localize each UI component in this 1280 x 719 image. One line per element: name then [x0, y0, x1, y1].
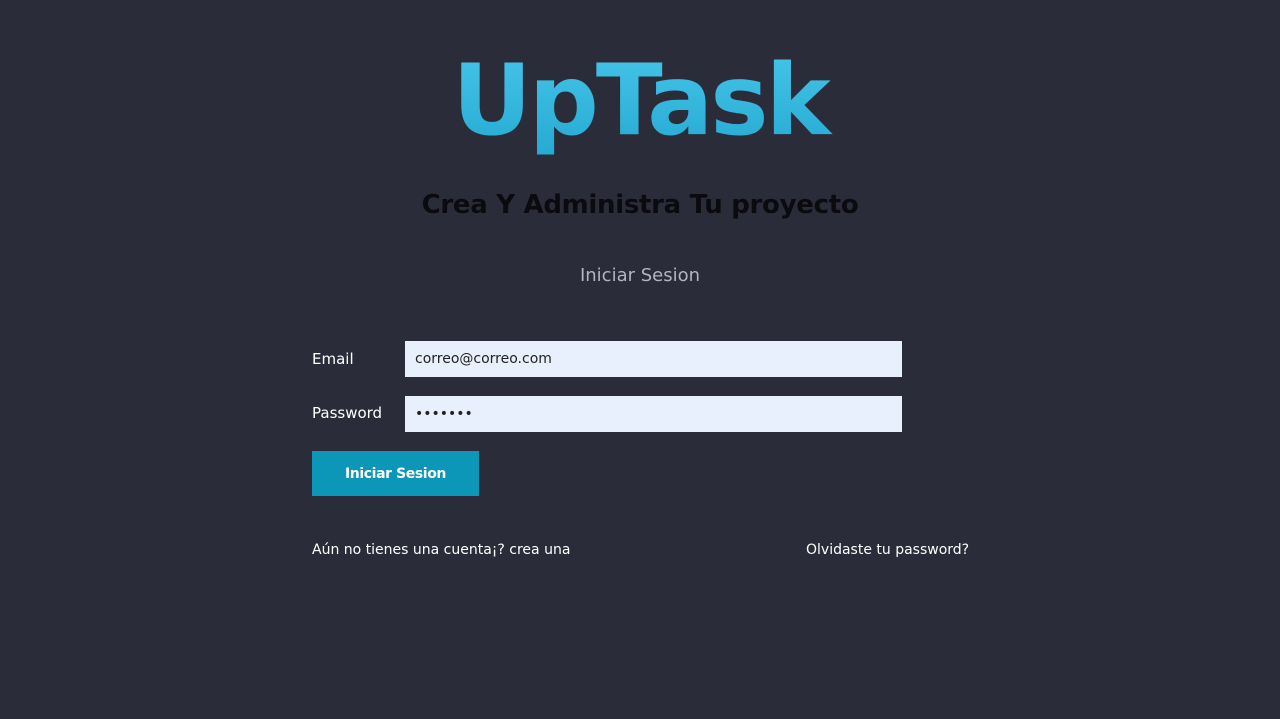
login-button[interactable]: Iniciar Sesion [312, 451, 479, 496]
password-field[interactable] [405, 396, 902, 432]
email-field[interactable] [405, 341, 902, 377]
page-title: Iniciar Sesion [579, 265, 701, 286]
forgot-password-link[interactable]: Olvidaste tu password? [806, 542, 969, 558]
app-logo: UpTask [0, 47, 1280, 156]
tagline: Crea Y Administra Tu proyecto [421, 190, 859, 220]
password-label: Password [312, 404, 383, 422]
email-label: Email [312, 350, 354, 368]
create-account-link[interactable]: Aún no tienes una cuenta¡? crea una [312, 542, 570, 558]
